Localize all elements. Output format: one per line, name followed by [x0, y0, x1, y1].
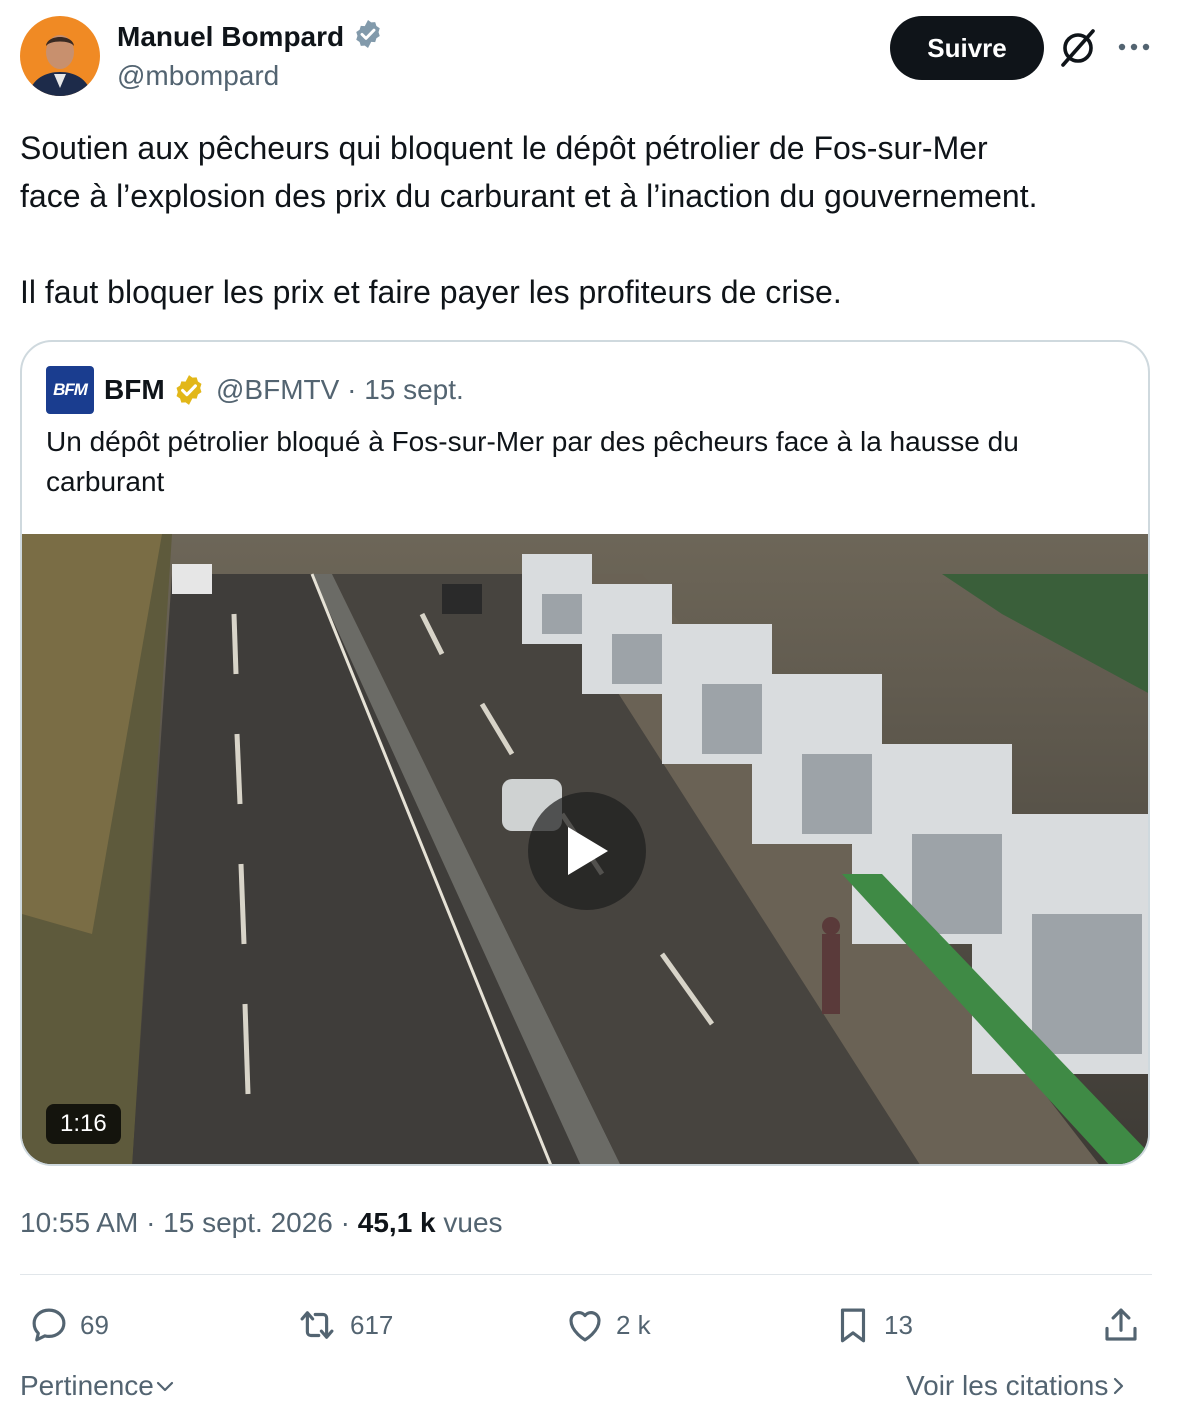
- verified-gold-badge-icon: [172, 373, 206, 412]
- repost-button[interactable]: 617: [294, 1300, 393, 1350]
- video-duration: 1:16: [46, 1104, 121, 1144]
- repost-count: 617: [350, 1309, 394, 1340]
- view-quotes-link[interactable]: Voir les citations: [906, 1368, 1128, 1404]
- grok-icon[interactable]: [1057, 27, 1099, 69]
- bookmark-count: 13: [884, 1309, 913, 1340]
- chevron-down-icon: [156, 1381, 173, 1392]
- bfm-logo[interactable]: BFM: [46, 366, 94, 414]
- views-count: 45,1 k: [357, 1207, 436, 1238]
- author-avatar[interactable]: [20, 16, 100, 96]
- quote-author-name[interactable]: BFM: [104, 372, 165, 408]
- repost-icon: [300, 1311, 334, 1339]
- quote-handle-date[interactable]: @BFMTV · 15 sept.: [216, 372, 464, 408]
- tweet-line: face à l’explosion des prix du carburant…: [20, 178, 1038, 214]
- quote-text: Un dépôt pétrolier bloqué à Fos-sur-Mer …: [46, 426, 1019, 497]
- play-button[interactable]: [528, 792, 646, 910]
- tweet-meta: 10:55 AM · 15 sept. 2026 · 45,1 k vues: [20, 1204, 503, 1242]
- like-button[interactable]: 2 k: [564, 1300, 651, 1350]
- timestamp[interactable]: 10:55 AM · 15 sept. 2026 ·: [20, 1207, 358, 1238]
- reply-icon: [32, 1308, 66, 1342]
- author-name[interactable]: Manuel Bompard: [117, 18, 384, 59]
- bookmark-icon: [840, 1308, 866, 1343]
- more-options-icon[interactable]: [1116, 32, 1152, 62]
- share-button[interactable]: [1100, 1300, 1152, 1350]
- chevron-right-icon: [1114, 1377, 1124, 1395]
- share-icon: [1105, 1308, 1137, 1341]
- like-count: 2 k: [616, 1309, 651, 1340]
- quoted-tweet[interactable]: BFM BFM @BFMTV · 15 sept. Un dépôt pétro…: [20, 340, 1150, 1166]
- verified-badge-icon: [352, 18, 384, 59]
- divider: [20, 1274, 1152, 1275]
- reply-button[interactable]: 69: [28, 1300, 109, 1350]
- follow-button[interactable]: Suivre: [890, 16, 1044, 80]
- sort-dropdown[interactable]: Pertinence: [20, 1368, 176, 1404]
- tweet-line: Il faut bloquer les prix et faire payer …: [20, 274, 842, 310]
- sort-label: Pertinence: [20, 1370, 154, 1401]
- video-thumbnail[interactable]: 1:16: [22, 534, 1148, 1164]
- bookmark-button[interactable]: 13: [832, 1300, 913, 1350]
- reply-count: 69: [80, 1309, 109, 1340]
- heart-icon: [569, 1311, 601, 1342]
- views-label: vues: [435, 1207, 503, 1238]
- view-quotes-label: Voir les citations: [906, 1370, 1109, 1401]
- author-handle[interactable]: @mbompard: [117, 58, 279, 94]
- play-icon: [568, 827, 608, 875]
- tweet-line: Soutien aux pêcheurs qui bloquent le dép…: [20, 130, 988, 166]
- tweet-text: Soutien aux pêcheurs qui bloquent le dép…: [20, 124, 1160, 316]
